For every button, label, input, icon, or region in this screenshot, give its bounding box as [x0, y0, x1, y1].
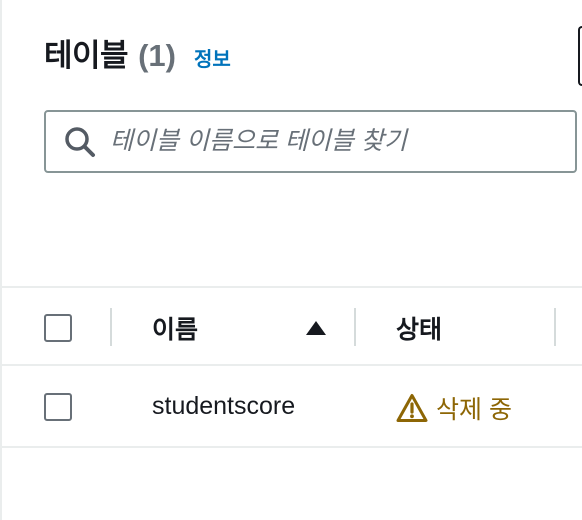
status-indicator: 삭제 중: [396, 390, 512, 426]
page-title: 테이블: [44, 38, 129, 73]
search-icon: [65, 126, 95, 157]
table-count: (1): [138, 38, 176, 73]
search-box: [44, 110, 577, 173]
header-action-button[interactable]: [578, 26, 582, 86]
column-header-status[interactable]: 상태: [396, 310, 442, 346]
search-input[interactable]: [110, 127, 550, 156]
column-header-name[interactable]: 이름: [152, 310, 198, 346]
info-link[interactable]: 정보: [194, 43, 231, 72]
column-divider: [554, 308, 556, 346]
table-header-row: 이름 상태: [2, 286, 582, 366]
table-row[interactable]: studentscore 삭제 중: [2, 366, 582, 448]
row-checkbox[interactable]: [44, 393, 72, 421]
status-text: 삭제 중: [436, 396, 512, 424]
column-divider: [354, 308, 356, 346]
warning-icon: [396, 394, 428, 422]
panel-header: 테이블 (1) 정보: [44, 30, 231, 75]
tables-panel: 테이블 (1) 정보 이름 상태 studentscore 삭제: [0, 0, 582, 520]
sort-ascending-icon[interactable]: [304, 318, 328, 338]
table-name-cell: studentscore: [152, 392, 296, 420]
column-divider: [110, 308, 112, 346]
select-all-checkbox[interactable]: [44, 314, 72, 342]
